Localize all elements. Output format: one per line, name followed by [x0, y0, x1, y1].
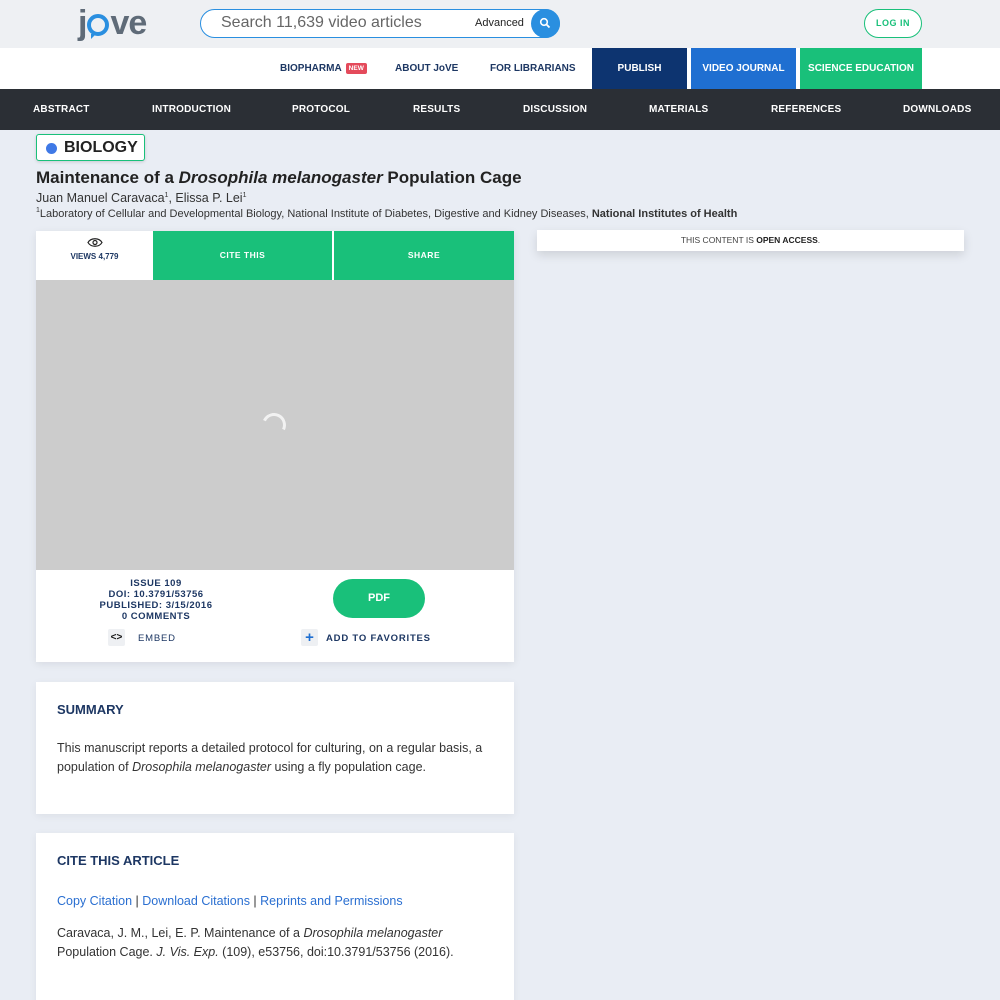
article-title: Maintenance of a Drosophila melanogaster…	[36, 168, 522, 188]
video-card: VIEWS 4,779 CITE THIS SHARE ISSUE 109 DO…	[36, 231, 514, 662]
nav-publish[interactable]: PUBLISH	[592, 48, 687, 89]
oa-suffix: .	[817, 235, 821, 245]
comments-count[interactable]: 0 COMMENTS	[86, 611, 226, 622]
nav-video-journal[interactable]: VIDEO JOURNAL	[691, 48, 796, 89]
download-citations-link[interactable]: Download Citations	[142, 894, 250, 908]
share-button[interactable]: SHARE	[334, 231, 514, 280]
cite-article-panel: CITE THIS ARTICLE Copy Citation | Downlo…	[36, 833, 514, 1000]
nav-biopharma-label: BIOPHARMA	[280, 63, 342, 74]
author2-sup: 1	[242, 192, 247, 199]
plus-icon[interactable]: +	[301, 629, 318, 646]
affiliation: 1Laboratory of Cellular and Developmenta…	[36, 207, 737, 220]
cite-article-heading: CITE THIS ARTICLE	[57, 853, 180, 868]
reprints-permissions-link[interactable]: Reprints and Permissions	[260, 894, 402, 908]
section-tab-abstract[interactable]: ABSTRACT	[33, 104, 90, 115]
summary-heading: SUMMARY	[57, 702, 124, 717]
advanced-search-link[interactable]: Advanced	[475, 17, 524, 29]
summary-text-b: using a fly population cage.	[271, 760, 427, 774]
author-caravaca[interactable]: Juan Manuel Caravaca	[36, 191, 165, 205]
section-nav: ABSTRACT INTRODUCTION PROTOCOL RESULTS D…	[0, 89, 1000, 130]
embed-button[interactable]: EMBED	[138, 633, 176, 644]
section-tab-downloads[interactable]: DOWNLOADS	[903, 104, 971, 115]
article-meta: ISSUE 109 DOI: 10.3791/53756 PUBLISHED: …	[86, 578, 226, 622]
section-tab-protocol[interactable]: PROTOCOL	[292, 104, 350, 115]
citation-links: Copy Citation | Download Citations | Rep…	[57, 894, 403, 908]
affil-text: Laboratory of Cellular and Developmental…	[39, 208, 592, 220]
section-tab-introduction[interactable]: INTRODUCTION	[152, 104, 231, 115]
oa-prefix: THIS CONTENT IS	[680, 235, 757, 245]
video-player[interactable]	[36, 280, 514, 570]
logo-o-icon	[87, 14, 110, 39]
issue-number: ISSUE 109	[130, 578, 182, 589]
section-tab-references[interactable]: REFERENCES	[771, 104, 841, 115]
eye-icon	[87, 238, 103, 247]
title-suffix: Population Cage	[382, 168, 522, 187]
new-badge: NEW	[345, 63, 367, 74]
category-badge[interactable]: BIOLOGY	[36, 134, 145, 161]
search-input[interactable]: Search 11,639 video articles	[221, 14, 422, 32]
open-access-banner: THIS CONTENT IS OPEN ACCESS.	[537, 230, 964, 251]
pdf-button[interactable]: PDF	[333, 579, 425, 618]
doi: DOI: 10.3791/53756	[108, 589, 204, 600]
nav-biopharma[interactable]: BIOPHARMA NEW	[280, 63, 367, 74]
add-to-favorites-button[interactable]: ADD TO FAVORITES	[326, 633, 431, 644]
cite-species: Drosophila melanogaster	[303, 926, 443, 940]
copy-citation-link[interactable]: Copy Citation	[57, 894, 132, 908]
oa-bold: OPEN ACCESS	[756, 235, 818, 245]
cite-journal: J. Vis. Exp.	[156, 945, 219, 959]
nav-science-education[interactable]: SCIENCE EDUCATION	[800, 48, 922, 89]
loading-spinner-icon	[258, 409, 290, 441]
cite-this-button[interactable]: CITE THIS	[153, 231, 332, 280]
search-icon	[539, 17, 551, 29]
top-header: j ve Search 11,639 video articles Advance…	[0, 0, 1000, 48]
title-prefix: Maintenance of a	[36, 168, 179, 187]
published-date: PUBLISHED: 3/15/2016	[99, 600, 213, 611]
category-dot-icon	[46, 143, 57, 154]
cite-text-a: Caravaca, J. M., Lei, E. P. Maintenance …	[57, 926, 304, 940]
views-label: VIEWS 4,779	[70, 252, 119, 261]
views-counter: VIEWS 4,779	[36, 231, 153, 280]
title-species: Drosophila melanogaster	[178, 168, 383, 187]
section-tab-materials[interactable]: MATERIALS	[649, 104, 708, 115]
affil-institution: National Institutes of Health	[591, 208, 738, 220]
citation-text: Caravaca, J. M., Lei, E. P. Maintenance …	[57, 924, 497, 962]
summary-panel: SUMMARY This manuscript reports a detail…	[36, 682, 514, 814]
embed-icon[interactable]: <>	[108, 629, 125, 646]
section-tab-discussion[interactable]: DISCUSSION	[523, 104, 587, 115]
link-separator-2: |	[249, 894, 261, 908]
nav-about-jove[interactable]: ABOUT JoVE	[395, 63, 458, 74]
search-bar[interactable]: Search 11,639 video articles Advanced	[200, 9, 560, 38]
jove-logo[interactable]: j ve	[78, 4, 147, 43]
summary-text: This manuscript reports a detailed proto…	[57, 739, 497, 777]
search-button[interactable]	[531, 9, 560, 38]
section-tab-results[interactable]: RESULTS	[413, 104, 460, 115]
logo-right-text: ve	[110, 4, 147, 42]
summary-species: Drosophila melanogaster	[132, 760, 272, 774]
cite-text-c: (109), e53756, doi:10.3791/53756 (2016).	[218, 945, 454, 959]
authors: Juan Manuel Caravaca1, Elissa P. Lei1	[36, 191, 246, 205]
nav-for-librarians[interactable]: FOR LIBRARIANS	[490, 63, 576, 74]
category-label: BIOLOGY	[64, 139, 138, 156]
logo-left-text: j	[78, 4, 88, 42]
link-separator-1: |	[132, 894, 143, 908]
author-lei[interactable]: Elissa P. Lei	[175, 191, 242, 205]
login-button[interactable]: LOG IN	[864, 9, 922, 38]
secondary-nav: BIOPHARMA NEW ABOUT JoVE FOR LIBRARIANS P…	[0, 48, 1000, 89]
cite-text-b: Population Cage.	[57, 945, 157, 959]
